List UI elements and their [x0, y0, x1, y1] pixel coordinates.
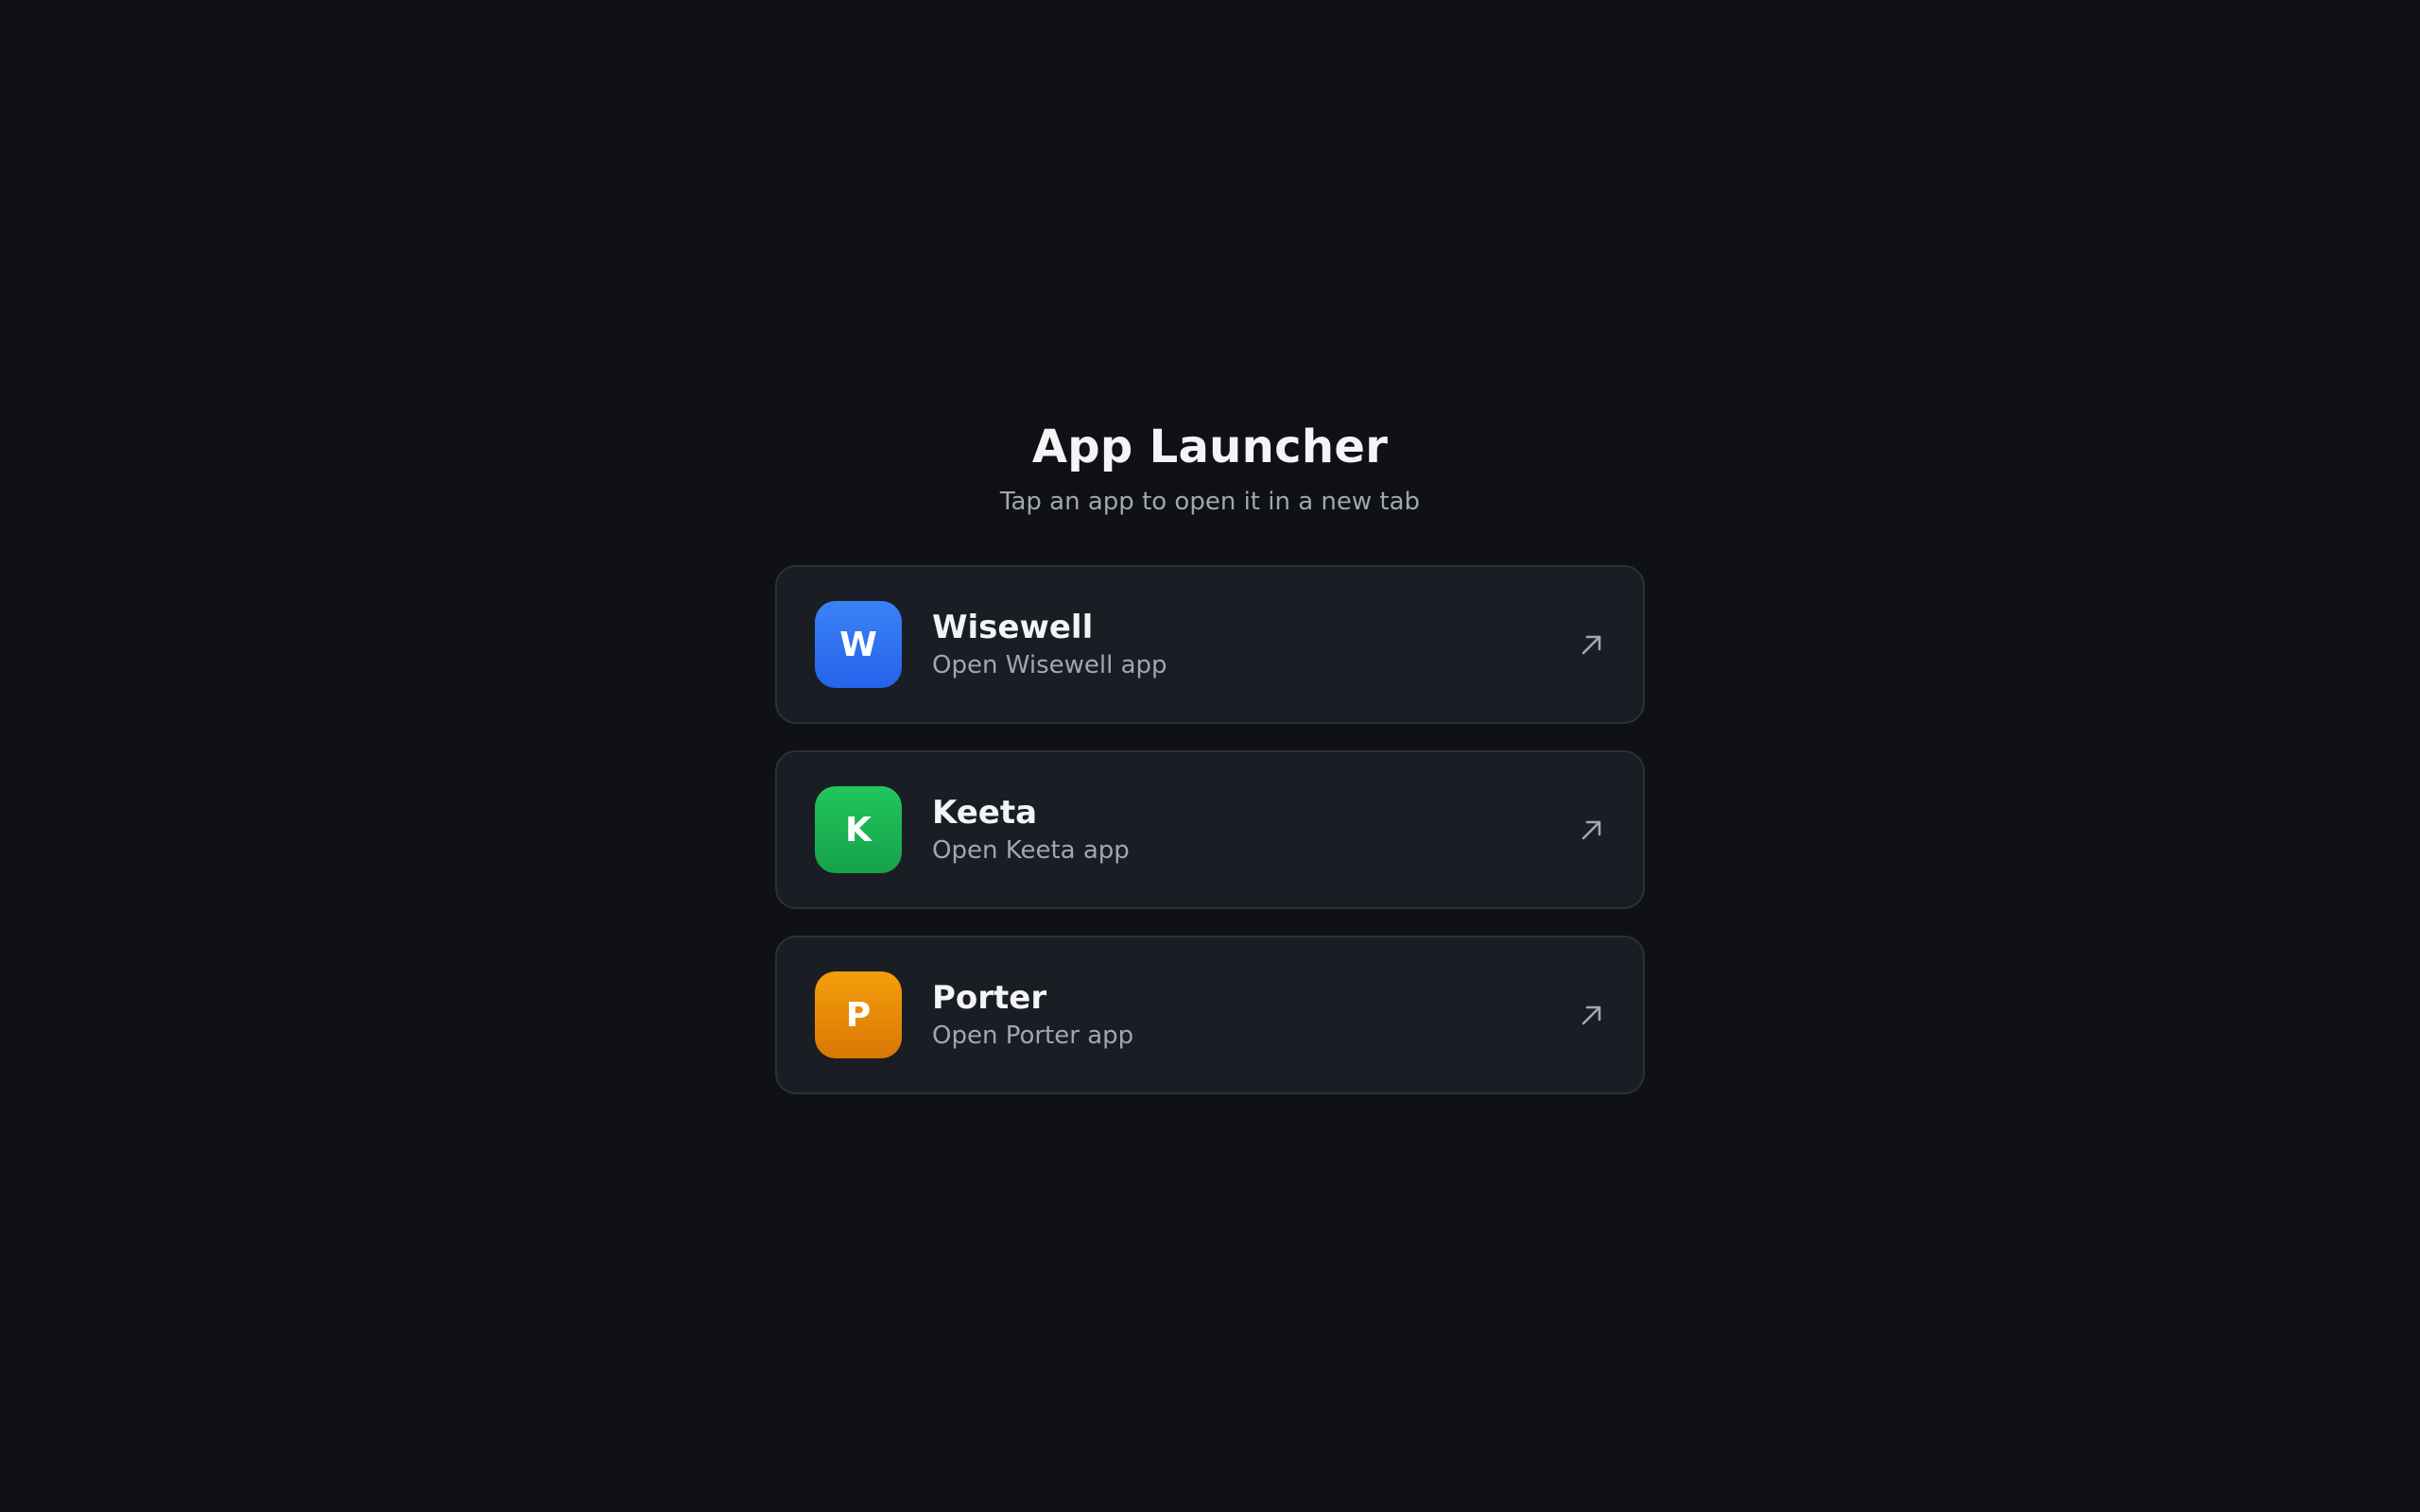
- app-text: Wisewell Open Wisewell app: [932, 608, 1167, 681]
- app-text: Keeta Open Keeta app: [932, 793, 1130, 867]
- app-name: Wisewell: [932, 609, 1094, 646]
- app-icon-porter: P: [815, 971, 902, 1058]
- page-subtitle: Tap an app to open it in a new tab: [999, 488, 1421, 516]
- app-card-wisewell[interactable]: W Wisewell Open Wisewell app: [775, 565, 1645, 724]
- app-name: Keeta: [932, 794, 1038, 832]
- app-icon-letter: P: [845, 995, 872, 1035]
- app-icon-letter: K: [845, 810, 872, 850]
- arrow-up-right-icon: [1582, 635, 1601, 655]
- app-description: Open Keeta app: [932, 836, 1130, 865]
- arrow-up-right-icon: [1582, 820, 1601, 840]
- app-icon-keeta: K: [815, 786, 902, 873]
- app-card-keeta[interactable]: K Keeta Open Keeta app: [775, 750, 1645, 909]
- app-card-porter[interactable]: P Porter Open Porter app: [775, 936, 1645, 1094]
- arrow-up-right-icon: [1582, 1005, 1601, 1025]
- page-title: App Launcher: [1031, 421, 1389, 473]
- app-launcher-page: App Launcher Tap an app to open it in a …: [0, 0, 2420, 1512]
- app-name: Porter: [932, 979, 1047, 1017]
- header: App Launcher Tap an app to open it in a …: [0, 414, 2420, 518]
- app-text: Porter Open Porter app: [932, 978, 1133, 1052]
- app-list: W Wisewell Open Wisewell app K Keeta Ope…: [775, 565, 1645, 1121]
- app-icon-wisewell: W: [815, 601, 902, 688]
- app-icon-letter: W: [839, 625, 877, 664]
- app-description: Open Wisewell app: [932, 651, 1167, 679]
- app-description: Open Porter app: [932, 1022, 1134, 1050]
